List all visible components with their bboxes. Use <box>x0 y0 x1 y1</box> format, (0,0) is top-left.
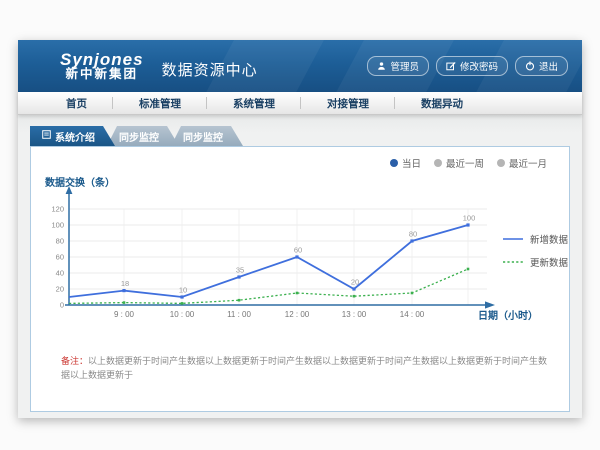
filter-radio-2[interactable]: 最近一月 <box>497 156 547 170</box>
time-range-filter: 当日 最近一周 最近一月 <box>390 156 547 170</box>
footnote-text: 以上数据更新于时间产生数据以上数据更新于时间产生数据以上数据更新于时间产生数据以… <box>61 356 547 380</box>
svg-text:40: 40 <box>56 269 64 278</box>
tab-label: 同步监控 <box>183 129 223 144</box>
change-password-button[interactable]: 修改密码 <box>436 56 508 76</box>
data-exchange-line-chart: 0 20 40 60 80 100 120 9 : 00 10 : 00 11 : 00 12 : … <box>41 186 501 331</box>
radio-selected-icon <box>390 159 398 167</box>
logo-company-name: 新中新集团 <box>60 68 144 81</box>
chart-panel: 当日最近一周最近一月 数据交换（条） 0204060801001209 : 00… <box>30 146 570 412</box>
nav-item-1[interactable]: 标准管理 <box>113 92 207 114</box>
svg-text:13 : 00: 13 : 00 <box>342 310 367 319</box>
svg-text:60: 60 <box>294 246 302 255</box>
tab-0[interactable]: 系统介绍 <box>30 126 115 146</box>
tab-label: 系统介绍 <box>55 129 95 144</box>
footnote: 备注：以上数据更新于时间产生数据以上数据更新于时间产生数据以上数据更新于时间产生… <box>61 355 553 382</box>
legend-label: 更新数据 <box>530 255 568 269</box>
edit-icon <box>446 61 456 71</box>
svg-text:14 : 00: 14 : 00 <box>400 310 425 319</box>
tab-label: 同步监控 <box>119 129 159 144</box>
svg-text:100: 100 <box>51 221 64 230</box>
legend-line-sample <box>502 259 524 265</box>
legend-label: 新增数据 <box>530 232 568 246</box>
radio-unselected-icon <box>434 159 442 167</box>
tab-2[interactable]: 同步监控 <box>171 126 243 146</box>
stage: Synjones 新中新集团 数据资源中心 管理员 修改密码 <box>0 0 600 450</box>
footnote-prefix: 备注： <box>61 356 88 366</box>
svg-text:18: 18 <box>121 279 129 288</box>
filter-radio-label: 最近一月 <box>509 156 547 170</box>
current-user-button[interactable]: 管理员 <box>367 56 429 76</box>
chart-legend: 新增数据更新数据 <box>502 232 568 269</box>
user-icon <box>377 61 386 71</box>
svg-text:10: 10 <box>179 286 187 295</box>
current-user-label: 管理员 <box>390 59 419 73</box>
logo-brand-name: Synjones <box>60 51 144 69</box>
radio-unselected-icon <box>497 159 505 167</box>
app-window: Synjones 新中新集团 数据资源中心 管理员 修改密码 <box>18 40 582 418</box>
filter-radio-label: 最近一周 <box>446 156 484 170</box>
svg-text:35: 35 <box>236 266 244 275</box>
legend-item-0: 新增数据 <box>502 232 568 246</box>
company-logo: Synjones 新中新集团 <box>60 51 144 82</box>
svg-text:20: 20 <box>351 278 359 287</box>
filter-radio-0[interactable]: 当日 <box>390 156 421 170</box>
x-axis-title: 日期（小时） <box>478 307 538 322</box>
nav-item-3[interactable]: 对接管理 <box>301 92 395 114</box>
nav-item-2[interactable]: 系统管理 <box>207 92 301 114</box>
power-icon <box>525 61 535 71</box>
legend-item-1: 更新数据 <box>502 255 568 269</box>
filter-radio-label: 当日 <box>402 156 421 170</box>
legend-line-sample <box>502 236 524 242</box>
tab-1[interactable]: 同步监控 <box>107 126 179 146</box>
change-password-label: 修改密码 <box>460 59 498 73</box>
document-icon <box>42 130 51 142</box>
svg-text:12 : 00: 12 : 00 <box>285 310 310 319</box>
logout-label: 退出 <box>539 59 558 73</box>
svg-text:100: 100 <box>463 214 476 223</box>
logout-button[interactable]: 退出 <box>515 56 568 76</box>
nav-item-0[interactable]: 首页 <box>40 92 113 114</box>
svg-text:60: 60 <box>56 253 64 262</box>
content-area: 系统介绍同步监控同步监控 当日最近一周最近一月 数据交换（条） 02040608… <box>18 115 582 418</box>
svg-text:80: 80 <box>56 237 64 246</box>
svg-text:10 : 00: 10 : 00 <box>170 310 195 319</box>
svg-text:9 : 00: 9 : 00 <box>114 310 135 319</box>
nav-item-4[interactable]: 数据异动 <box>395 92 489 114</box>
main-nav: 首页标准管理系统管理对接管理数据异动 <box>18 92 582 115</box>
svg-text:11 : 00: 11 : 00 <box>227 310 251 319</box>
app-header: Synjones 新中新集团 数据资源中心 管理员 修改密码 <box>18 40 582 92</box>
svg-text:80: 80 <box>409 230 417 239</box>
tabs-row: 系统介绍 同步监控 同步监控 <box>30 126 235 146</box>
filter-radio-1[interactable]: 最近一周 <box>434 156 484 170</box>
svg-text:0: 0 <box>60 301 64 310</box>
svg-text:20: 20 <box>56 285 64 294</box>
page-title: 数据资源中心 <box>162 59 258 80</box>
user-toolbar: 管理员 修改密码 退出 <box>367 56 568 76</box>
svg-text:120: 120 <box>51 205 64 214</box>
